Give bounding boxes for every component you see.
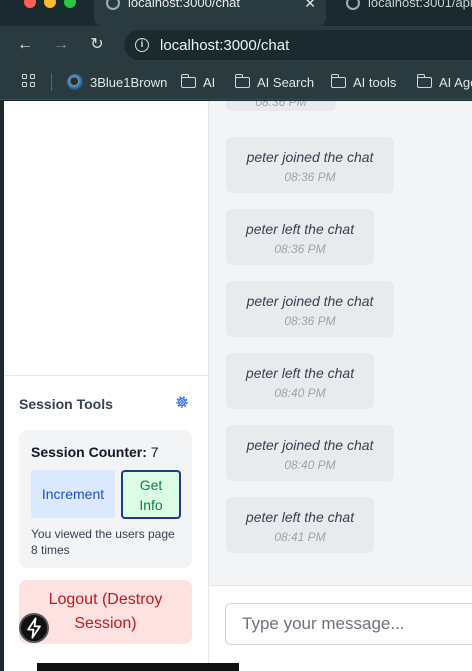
chat-messages: 08:36 PM peter joined the chat 08:36 PM … xyxy=(209,101,472,585)
session-counter-value: 7 xyxy=(150,444,159,460)
message-time: 08:36 PM xyxy=(284,314,336,328)
bookmark-3blue1brown[interactable]: 3Blue1Brown xyxy=(67,73,167,91)
chat-message: peter joined the chat 08:36 PM xyxy=(226,281,394,337)
logout-label-line1: Logout (Destroy xyxy=(48,591,163,608)
maximize-window-button[interactable] xyxy=(64,0,76,8)
increment-button[interactable]: Increment xyxy=(31,470,115,518)
bookmark-ai-tools[interactable]: AI tools xyxy=(330,73,397,91)
browser-toolbar: ← → ↻ i localhost:3000/chat xyxy=(0,26,472,64)
globe-icon xyxy=(106,0,120,10)
get-info-label-line1: Get xyxy=(139,477,163,493)
bookmark-label: AI Age xyxy=(439,74,472,90)
message-text: peter joined the chat xyxy=(246,437,374,453)
bookmark-label: AI Search xyxy=(257,74,315,90)
message-text: peter left the chat xyxy=(245,221,355,237)
message-time: 08:40 PM xyxy=(274,386,326,400)
get-info-label-line2: Info xyxy=(139,497,163,513)
back-icon[interactable]: ← xyxy=(14,34,36,56)
users-page-views-text: You viewed the users page 8 times xyxy=(31,527,175,557)
app-page: Session Tools Session Counter: 7 Increme… xyxy=(0,101,472,671)
info-icon[interactable]: i xyxy=(135,38,149,52)
session-counter: Session Counter: 7 xyxy=(31,444,159,460)
address-bar[interactable]: i localhost:3000/chat xyxy=(124,30,472,60)
message-text: peter left the chat xyxy=(245,365,355,381)
bookmark-label: AI xyxy=(203,74,216,90)
bookmark-label: 3Blue1Brown xyxy=(90,74,168,90)
message-time: 08:36 PM xyxy=(255,101,307,109)
message-text: peter left the chat xyxy=(245,509,355,525)
message-time: 08:41 PM xyxy=(274,530,326,544)
message-input[interactable] xyxy=(225,603,472,645)
bookmark-ai-search[interactable]: AI Search xyxy=(234,73,315,91)
reload-icon[interactable]: ↻ xyxy=(86,34,108,56)
tab-strip: localhost:3000/chat ✕ localhost:3001/api xyxy=(0,0,472,26)
message-text: peter joined the chat xyxy=(246,293,374,309)
folder-icon xyxy=(180,73,196,88)
3blue1brown-logo-icon xyxy=(67,74,83,90)
bookmark-label: AI tools xyxy=(353,74,397,90)
close-window-button[interactable] xyxy=(24,0,36,8)
bookmarks-bar: 3Blue1Brown AI AI Search AI tools AI Age xyxy=(0,64,472,100)
taskbar-strip xyxy=(37,663,239,671)
tab-close-icon[interactable]: ✕ xyxy=(304,0,316,12)
message-time: 08:40 PM xyxy=(284,458,336,472)
folder-icon xyxy=(416,73,432,88)
folder-icon xyxy=(330,73,346,88)
folder-icon xyxy=(234,73,250,88)
tab-api[interactable]: localhost:3001/api xyxy=(334,0,472,26)
session-tools-title: Session Tools xyxy=(19,396,113,412)
globe-icon xyxy=(346,0,360,10)
address-url: localhost:3000/chat xyxy=(160,36,290,54)
message-time: 08:36 PM xyxy=(284,170,336,184)
chat-message: peter joined the chat 08:36 PM xyxy=(226,137,394,193)
browser-window: localhost:3000/chat ✕ localhost:3001/api… xyxy=(0,0,472,671)
chat-message: peter joined the chat 08:40 PM xyxy=(226,425,394,481)
chat-message: peter left the chat 08:36 PM xyxy=(226,209,374,265)
chat-message: 08:36 PM xyxy=(226,101,336,111)
message-composer xyxy=(209,585,472,671)
lightning-icon xyxy=(27,617,41,639)
chat-message: peter left the chat 08:40 PM xyxy=(226,353,374,409)
get-info-button[interactable]: Get Info xyxy=(121,470,181,519)
message-time: 08:36 PM xyxy=(274,242,326,256)
bookmark-ai[interactable]: AI xyxy=(180,73,216,91)
gear-icon[interactable] xyxy=(174,394,190,410)
minimize-window-button[interactable] xyxy=(44,0,56,8)
message-text: peter joined the chat xyxy=(246,149,374,165)
sidebar: Session Tools Session Counter: 7 Increme… xyxy=(0,101,209,671)
tab-title: localhost:3001/api xyxy=(368,0,472,10)
bookmark-ai-age[interactable]: AI Age xyxy=(416,73,472,91)
session-counter-label: Session Counter: xyxy=(31,444,147,460)
session-counter-card: Session Counter: 7 Increment Get Info Yo… xyxy=(19,430,192,568)
apps-grid-icon[interactable] xyxy=(22,74,36,88)
forward-icon[interactable]: → xyxy=(50,34,72,56)
tab-title: localhost:3000/chat xyxy=(128,0,241,10)
chat-message: peter left the chat 08:41 PM xyxy=(226,497,374,553)
bookmarks-divider xyxy=(51,73,52,91)
lightning-bolt-button[interactable] xyxy=(19,613,49,643)
tab-chat[interactable]: localhost:3000/chat ✕ xyxy=(94,0,326,26)
